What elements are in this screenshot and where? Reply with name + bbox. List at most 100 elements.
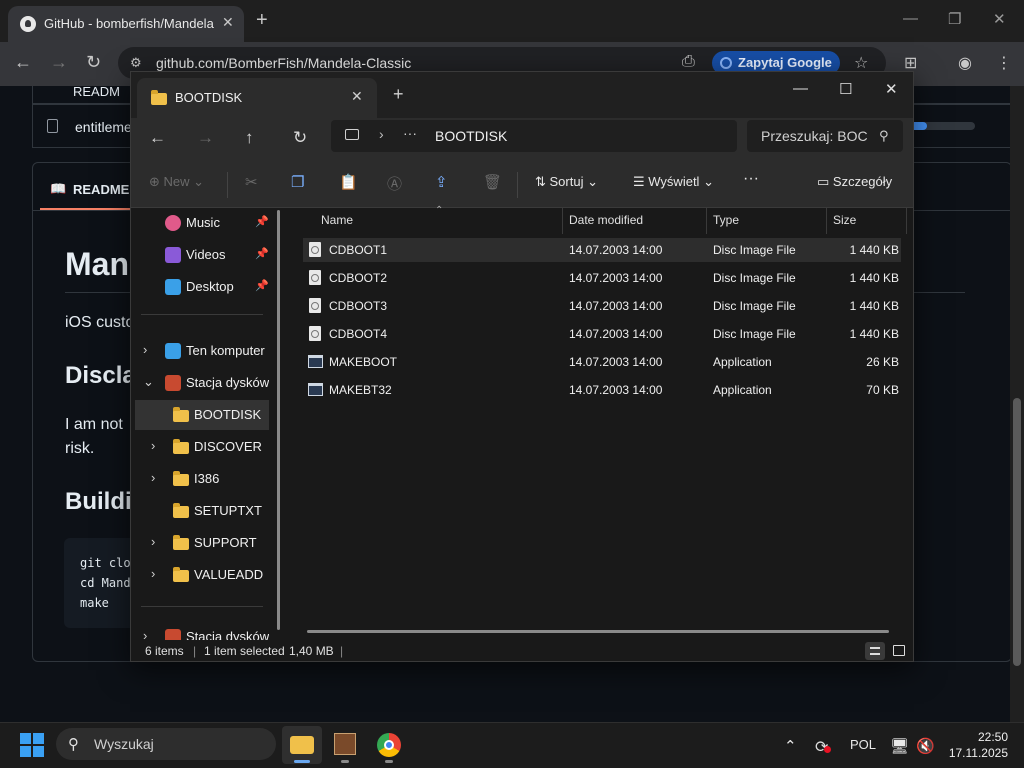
pin-icon[interactable]: 📌 [255,279,269,292]
browser-reload-button[interactable]: ↻ [86,52,101,73]
chevron-right-icon[interactable]: › [151,470,155,485]
more-options-button[interactable]: ··· [743,170,759,188]
browser-close-button[interactable]: ✕ [993,10,1006,28]
browser-minimize-button[interactable]: — [903,10,918,27]
nav-item-this-pc[interactable]: › Ten komputer [131,336,269,366]
copy-icon[interactable]: ❐ [291,173,304,191]
chrome-taskbar-button[interactable] [369,726,409,764]
bookmark-star-icon[interactable]: ☆ [854,53,868,73]
close-tab-icon[interactable]: ✕ [351,88,363,105]
rename-icon[interactable]: Ⓐ [387,173,402,194]
details-pane-button[interactable]: ▭ Szczegóły [817,174,892,190]
app-taskbar-button[interactable] [325,726,365,764]
column-divider[interactable] [906,208,907,234]
chevron-right-icon[interactable]: › [151,534,155,549]
details-view-icon[interactable] [865,642,885,660]
forward-arrow-icon[interactable]: → [197,128,214,148]
horizontal-scrollbar[interactable] [307,630,889,633]
windows-start-icon[interactable] [20,733,44,757]
column-header-date[interactable]: Date modified [569,213,643,227]
folder-icon [173,439,189,454]
nav-item-i386[interactable]: › I386 [131,464,269,494]
file-row[interactable]: CDBOOT1 14.07.2003 14:00 Disc Image File… [303,238,901,262]
sort-button[interactable]: ⇅ Sortuj ⌄ [535,174,598,190]
file-row[interactable]: CDBOOT3 14.07.2003 14:00 Disc Image File… [303,294,901,318]
chevron-right-icon[interactable]: › [143,342,147,357]
pin-icon[interactable]: 📌 [255,215,269,228]
network-icon[interactable]: 🖥 [890,737,909,755]
readme-tab[interactable]: 📖 README [40,170,135,210]
divider [517,172,518,198]
chevron-right-icon[interactable]: › [151,566,155,581]
breadcrumb-overflow-icon[interactable]: ··· [403,125,417,141]
cut-icon[interactable]: ✂ [245,173,258,191]
column-header-size[interactable]: Size [833,213,856,227]
nav-scrollbar[interactable] [277,210,280,630]
nav-item-videos[interactable]: Videos 📌 [131,240,269,270]
disc-image-icon [309,326,321,341]
profile-icon[interactable]: ◉ [958,53,972,73]
menu-dots-icon[interactable]: ⋮ [996,53,1012,73]
nav-item-discover[interactable]: › DISCOVER [131,432,269,462]
browser-forward-button[interactable]: → [50,52,68,73]
explorer-minimize-button[interactable]: — [793,80,808,97]
file-row[interactable]: CDBOOT4 14.07.2003 14:00 Disc Image File… [303,322,901,346]
explorer-address-bar[interactable]: › ··· BOOTDISK [331,120,737,152]
browser-restore-button[interactable]: ❐ [948,10,961,28]
tab-search-icon[interactable]: ⊞ [904,53,917,73]
delete-icon[interactable]: 🗑 [483,173,502,191]
site-info-icon[interactable]: ⚙ [130,55,142,71]
paste-icon[interactable]: 📋 [339,173,358,191]
explorer-search-input[interactable]: Przeszukaj: BOC ⚲ [747,120,903,152]
nav-item-desktop[interactable]: Desktop 📌 [131,272,269,302]
new-tab-button[interactable]: + [256,9,268,32]
nav-item-support[interactable]: › SUPPORT [131,528,269,558]
column-divider[interactable] [706,208,707,234]
explorer-tab[interactable]: BOOTDISK ✕ [137,78,377,118]
tiles-view-icon[interactable] [889,642,909,660]
column-header-type[interactable]: Type [713,213,739,227]
nav-item-cd-drive-2[interactable]: › Stacja dysków D [131,622,269,640]
explorer-new-tab-button[interactable]: + [393,84,404,105]
column-divider[interactable] [562,208,563,234]
explorer-maximize-button[interactable]: ☐ [839,80,852,98]
nav-label: Ten komputer [186,343,265,358]
chevron-right-icon[interactable]: › [379,126,384,142]
taskbar-clock[interactable]: 22:50 17.11.2025 [944,729,1008,761]
column-header-name[interactable]: Name [321,213,353,227]
breadcrumb-current[interactable]: BOOTDISK [435,128,507,144]
refresh-icon[interactable]: ↻ [293,128,307,148]
chevron-down-icon[interactable]: ⌄ [143,374,154,390]
share-icon[interactable]: ⇪ [435,173,448,191]
view-button[interactable]: ☰ Wyświetl ⌄ [633,174,714,190]
sort-caret-icon: ⌃ [435,205,444,216]
show-hidden-icons-chevron-icon[interactable]: ⌃ [784,737,797,755]
new-button[interactable]: ⊕ New ⌄ [149,174,204,190]
file-row[interactable]: MAKEBOOT 14.07.2003 14:00 Application 26… [303,350,901,374]
file-explorer-icon [290,736,314,754]
pin-icon[interactable]: 📌 [255,247,269,260]
nav-label: Stacja dysków D [186,375,269,390]
browser-back-button[interactable]: ← [14,52,32,73]
file-row[interactable]: MAKEBT32 14.07.2003 14:00 Application 70… [303,378,901,402]
nav-item-music[interactable]: Music 📌 [131,208,269,238]
close-tab-icon[interactable]: ✕ [222,14,234,31]
up-arrow-icon[interactable]: ↑ [245,128,254,148]
nav-item-valueadd[interactable]: › VALUEADD [131,560,269,590]
column-divider[interactable] [826,208,827,234]
nav-item-bootdisk[interactable]: BOOTDISK [135,400,269,430]
file-explorer-taskbar-button[interactable] [282,726,322,764]
nav-item-cd-drive[interactable]: ⌄ Stacja dysków D [131,368,269,398]
language-indicator[interactable]: POL [850,737,876,752]
browser-tab-github[interactable]: GitHub - bomberfish/Mandela- ✕ [8,6,244,42]
taskbar-search-input[interactable]: ⚲ Wyszukaj [56,728,276,760]
file-row[interactable]: CDBOOT2 14.07.2003 14:00 Disc Image File… [303,266,901,290]
page-scrollbar[interactable] [1010,86,1024,722]
install-app-icon[interactable]: ⎙ [682,53,695,71]
nav-item-setuptxt[interactable]: SETUPTXT [131,496,269,526]
chevron-right-icon[interactable]: › [143,628,147,640]
back-arrow-icon[interactable]: ← [149,128,166,148]
explorer-close-button[interactable]: ✕ [885,80,898,98]
volume-muted-icon[interactable]: 🔇 [916,737,935,755]
chevron-right-icon[interactable]: › [151,438,155,453]
